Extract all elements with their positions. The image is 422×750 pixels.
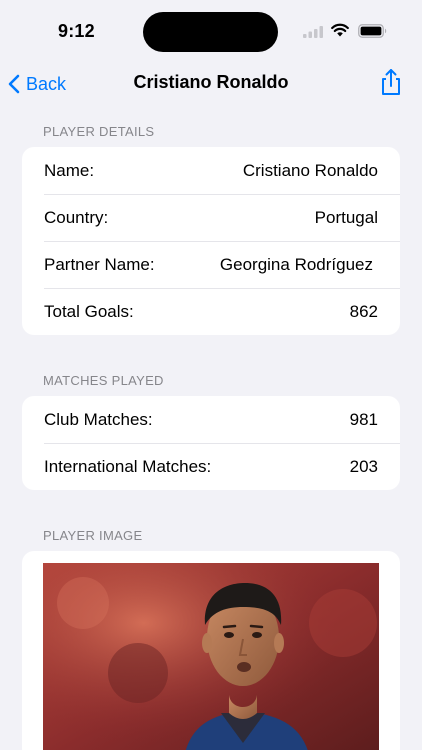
matches-row-international: International Matches: 203 xyxy=(22,443,400,490)
row-label: International Matches: xyxy=(44,456,212,476)
row-label: Total Goals: xyxy=(44,301,134,321)
player-photo xyxy=(43,563,379,750)
cellular-signal-icon xyxy=(303,26,323,38)
matches-row-club: Club Matches: 981 xyxy=(22,396,400,443)
section-header-matches-played: MATCHES PLAYED xyxy=(43,373,164,388)
detail-row-country: Country: Portugal xyxy=(22,194,400,241)
section-header-player-image: PLAYER IMAGE xyxy=(43,528,143,543)
battery-icon xyxy=(358,24,387,38)
detail-row-total-goals: Total Goals: 862 xyxy=(22,288,400,335)
row-value: 203 xyxy=(349,456,378,476)
dynamic-island xyxy=(143,12,278,52)
row-label: Partner Name: xyxy=(44,254,155,274)
detail-row-partner: Partner Name: Georgina Rodríguez xyxy=(22,241,400,288)
row-value: 981 xyxy=(349,409,378,429)
row-value: Georgina Rodríguez xyxy=(219,254,373,274)
section-header-player-details: PLAYER DETAILS xyxy=(43,124,155,139)
page-title: Cristiano Ronaldo xyxy=(133,72,289,92)
matches-played-card: Club Matches: 981 International Matches:… xyxy=(22,396,400,490)
status-time: 9:12 xyxy=(58,21,95,41)
player-photo-illustration xyxy=(43,563,379,750)
player-details-card: Name: Cristiano Ronaldo Country: Portuga… xyxy=(22,147,400,335)
detail-row-name: Name: Cristiano Ronaldo xyxy=(22,147,400,194)
row-value: Portugal xyxy=(314,207,378,227)
status-bar: 9:12 xyxy=(0,0,422,62)
row-label: Name: xyxy=(44,160,95,180)
row-label: Country: xyxy=(44,207,109,227)
wifi-icon xyxy=(331,23,349,37)
navigation-bar: Back Cristiano Ronaldo xyxy=(0,62,422,106)
row-value: Cristiano Ronaldo xyxy=(242,160,378,180)
row-label: Club Matches: xyxy=(44,409,153,429)
share-icon[interactable] xyxy=(376,67,406,97)
row-value: 862 xyxy=(349,301,378,321)
player-image-card xyxy=(22,551,400,750)
